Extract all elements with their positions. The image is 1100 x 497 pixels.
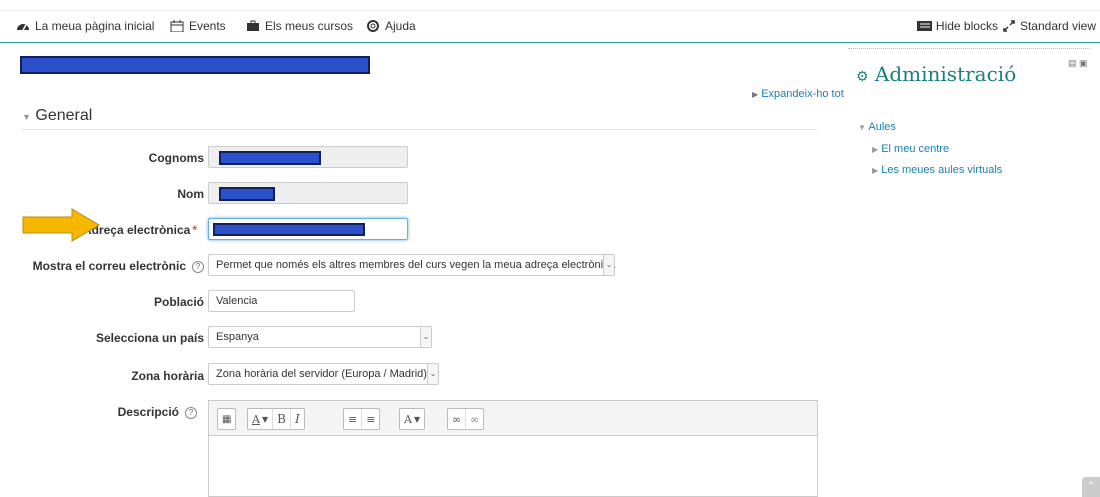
tree-item-el-meu-centre-label: El meu centre [881, 143, 950, 155]
italic-icon: I [294, 412, 300, 426]
toolbar-group-format: A ▼ B I [247, 408, 305, 430]
bold-button[interactable]: B [273, 409, 291, 429]
block-divider [848, 48, 1090, 49]
dashboard-icon [17, 24, 29, 31]
dock-block-icon[interactable]: ▣ [1079, 58, 1088, 68]
timezone-select[interactable]: Zona horària del servidor (Europa / Madr… [208, 363, 439, 385]
required-icon: * [192, 223, 197, 237]
nav-events[interactable]: Events [170, 19, 226, 33]
country-label: Selecciona un país [95, 331, 204, 345]
editor-toolbar: ▦ A ▼ B I ≡ ≡ A ▼ ∞ ∞ [209, 401, 817, 436]
country-value: Espanya [216, 331, 259, 343]
toolbar-group-lists: ≡ ≡ [343, 408, 381, 430]
collapse-block-icon[interactable]: ▤ [1068, 58, 1077, 68]
administration-title: ⚙ Administració [856, 62, 1016, 86]
name-input[interactable] [208, 182, 408, 204]
city-label: Població [153, 295, 204, 309]
lifebuoy-icon [367, 20, 379, 32]
italic-button[interactable]: I [291, 409, 304, 429]
tree-collapsed-icon: ▶ [872, 166, 879, 175]
show-email-value: Permet que només els altres membres del … [216, 259, 615, 271]
description-label-text: Descripció [117, 405, 179, 419]
nav-my-courses-label: Els meus cursos [265, 19, 354, 33]
nav-help[interactable]: Ajuda [366, 19, 416, 33]
section-header-general[interactable]: ▼ General [22, 107, 817, 130]
ordered-list-icon[interactable]: ≡ [362, 409, 379, 429]
link-icon[interactable]: ∞ [448, 409, 467, 429]
text-style-icon: A [404, 412, 412, 426]
help-icon[interactable]: ? [185, 406, 197, 419]
tree-item-les-meues-aules-label: Les meues aules virtuals [881, 164, 1003, 176]
email-label: Adreça electrònica * [83, 223, 197, 237]
redacted-email [213, 223, 365, 236]
section-title: General [35, 107, 93, 124]
surname-input[interactable] [208, 146, 408, 168]
email-input[interactable] [208, 218, 408, 240]
nav-events-label: Events [189, 19, 226, 33]
standard-view-button[interactable]: Standard view [1020, 19, 1096, 33]
chevron-down-icon: ⌄ [603, 255, 614, 275]
nav-home[interactable]: La meua pàgina inicial [16, 19, 154, 33]
briefcase-icon [247, 20, 259, 31]
text-style-button[interactable]: A ▼ [400, 409, 424, 429]
name-label: Nom [177, 187, 204, 201]
timezone-label: Zona horària [131, 369, 204, 383]
nav-help-label: Ajuda [385, 19, 416, 33]
unordered-list-icon[interactable]: ≡ [344, 409, 363, 429]
gears-icon: ⚙ [856, 69, 869, 85]
nav-right-controls: Hide blocks Standard view [916, 19, 1096, 33]
redacted-page-title [20, 56, 370, 74]
show-email-label-text: Mostra el correu electrònic [32, 259, 186, 273]
scroll-to-top-icon[interactable]: ⌃ [1082, 477, 1100, 497]
top-navbar: La meua pàgina inicial Events Els meus c… [0, 11, 1100, 43]
timezone-value: Zona horària del servidor (Europa / Madr… [216, 368, 427, 380]
highlight-arrow-icon [22, 208, 100, 242]
nav-home-label: La meua pàgina inicial [35, 19, 155, 33]
unlink-icon[interactable]: ∞ [466, 409, 483, 429]
show-email-label: Mostra el correu electrònic? [33, 259, 204, 273]
expand-all-label: Expandeix-ho tot [761, 88, 844, 100]
redacted-name [219, 187, 275, 201]
city-input[interactable]: Valencia [208, 290, 355, 312]
expand-all-link[interactable]: ▶ Expandeix-ho tot [752, 88, 844, 100]
surname-label: Cognoms [148, 151, 204, 165]
toolbar-group-style: A ▼ [399, 408, 426, 430]
redacted-surname [219, 151, 321, 165]
hide-blocks-button[interactable]: Hide blocks [936, 19, 998, 33]
bold-icon: B [277, 412, 286, 426]
help-icon[interactable]: ? [192, 260, 204, 273]
tree-collapsed-icon: ▶ [872, 145, 879, 154]
description-editor[interactable]: ▦ A ▼ B I ≡ ≡ A ▼ ∞ ∞ [208, 400, 818, 497]
description-label: Descripció? [118, 405, 197, 419]
tree-item-les-meues-aules[interactable]: ▶ Les meues aules virtuals [872, 164, 1002, 176]
expand-caret-icon: ▶ [752, 90, 759, 99]
tree-item-aules[interactable]: ▼ Aules [858, 121, 896, 133]
calendar-icon [170, 20, 184, 32]
administration-title-text: Administració [874, 62, 1017, 86]
show-email-select[interactable]: Permet que només els altres membres del … [208, 254, 615, 276]
city-value: Valencia [216, 295, 258, 307]
toolbar-toggle-icon[interactable]: ▦ [218, 409, 235, 429]
chevron-down-icon: ⌄ [420, 327, 431, 347]
country-select[interactable]: Espanya ⌄ [208, 326, 432, 348]
block-controls: ▤ ▣ [1068, 58, 1088, 69]
hide-blocks-icon [916, 21, 932, 31]
tree-item-el-meu-centre[interactable]: ▶ El meu centre [872, 143, 949, 155]
chevron-down-icon: ⌄ [427, 364, 438, 384]
tree-expanded-icon: ▼ [858, 123, 866, 132]
font-color-icon: A [252, 412, 260, 426]
tree-item-aules-label: Aules [868, 121, 896, 133]
administration-block: ⚙ Administració ▤ ▣ ▼ Aules ▶ El meu cen… [848, 48, 1100, 488]
section-caret-icon: ▼ [22, 112, 31, 122]
standard-view-icon [1003, 20, 1015, 32]
toolbar-group-links: ∞ ∞ [447, 408, 485, 430]
font-color-button[interactable]: A ▼ [248, 409, 274, 429]
toolbar-group-toggle: ▦ [217, 408, 237, 430]
nav-my-courses[interactable]: Els meus cursos [246, 19, 353, 33]
top-border [0, 0, 1100, 11]
